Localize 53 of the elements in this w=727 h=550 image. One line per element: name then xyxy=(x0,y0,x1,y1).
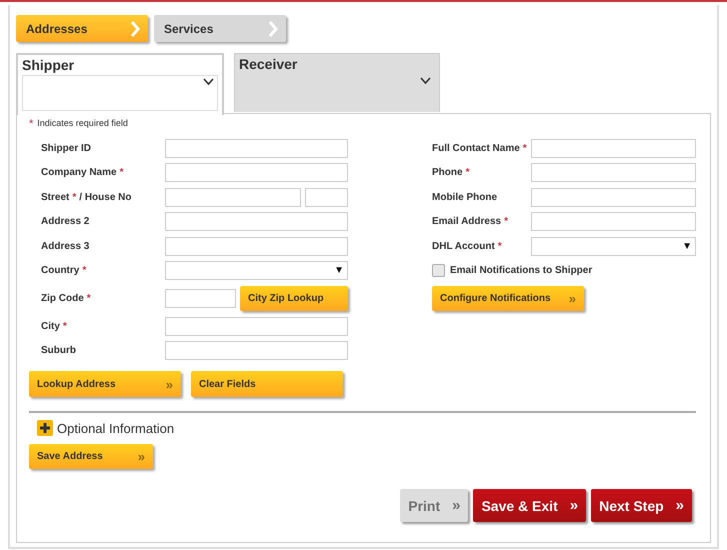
field-label: Company Name * xyxy=(41,167,124,178)
footer-button[interactable]: Next Step » xyxy=(591,489,692,522)
field-label: Suburb xyxy=(41,345,77,356)
street-field[interactable] xyxy=(165,188,301,207)
field-label: Full Contact Name * xyxy=(432,142,528,154)
party-title: Receiver xyxy=(239,56,298,72)
checkbox[interactable] xyxy=(432,264,445,277)
field-label: City * xyxy=(41,320,68,332)
configure-notifications-button[interactable]: Configure Notifications » xyxy=(432,286,584,310)
step-tab[interactable]: Services xyxy=(154,15,286,42)
input-field[interactable] xyxy=(531,188,696,207)
required-note: Indicates required field xyxy=(37,118,128,128)
chevron-down-icon xyxy=(420,77,431,85)
input-field[interactable] xyxy=(165,138,348,158)
field-label: Shipper ID xyxy=(41,142,92,154)
input-field[interactable] xyxy=(165,341,348,360)
input-field[interactable] xyxy=(531,163,696,182)
chevron-down-icon xyxy=(203,78,214,86)
field-label: DHL Account * xyxy=(432,240,503,252)
chevron-icon xyxy=(130,20,140,36)
checkbox-label: Email Notifications to Shipper xyxy=(450,265,592,276)
field-label: Address 2 xyxy=(41,216,90,228)
input-field[interactable] xyxy=(531,138,696,158)
city-zip-lookup-button[interactable]: City Zip Lookup xyxy=(240,286,348,311)
chevron-icon xyxy=(268,20,278,36)
step-tab[interactable]: Addresses xyxy=(16,15,148,42)
input-field[interactable] xyxy=(165,316,348,336)
field-label: Email Address * xyxy=(432,216,510,228)
required-mark: * xyxy=(29,118,34,130)
field-label: Street * / House No xyxy=(41,192,132,203)
save-address-button[interactable]: Save Address » xyxy=(29,444,153,469)
field-label: Country * xyxy=(41,265,88,276)
footer-button[interactable]: Save & Exit » xyxy=(473,489,586,522)
dropdown-field[interactable]: ▼ xyxy=(165,261,348,280)
house-number-field[interactable] xyxy=(305,188,348,207)
address-select[interactable] xyxy=(22,75,218,111)
action-button[interactable]: Lookup Address » xyxy=(29,371,181,397)
plus-icon[interactable] xyxy=(37,420,53,436)
input-field[interactable] xyxy=(531,212,696,232)
party-title: Shipper xyxy=(22,57,76,73)
field-label: Mobile Phone xyxy=(432,192,498,203)
input-field[interactable] xyxy=(165,212,348,232)
field-label: Zip Code * xyxy=(41,293,92,304)
section-title[interactable]: Optional Information xyxy=(57,420,174,436)
party-tab[interactable]: Shipper xyxy=(16,53,224,115)
action-button[interactable]: Clear Fields xyxy=(191,371,343,397)
party-tab[interactable]: Receiver xyxy=(234,53,440,112)
field-label: Address 3 xyxy=(41,240,90,252)
dropdown-field[interactable]: ▼ xyxy=(531,236,696,256)
input-field[interactable] xyxy=(165,163,348,182)
input-field[interactable] xyxy=(165,236,348,256)
zip-field[interactable] xyxy=(165,289,236,308)
field-label: Phone * xyxy=(432,167,470,178)
